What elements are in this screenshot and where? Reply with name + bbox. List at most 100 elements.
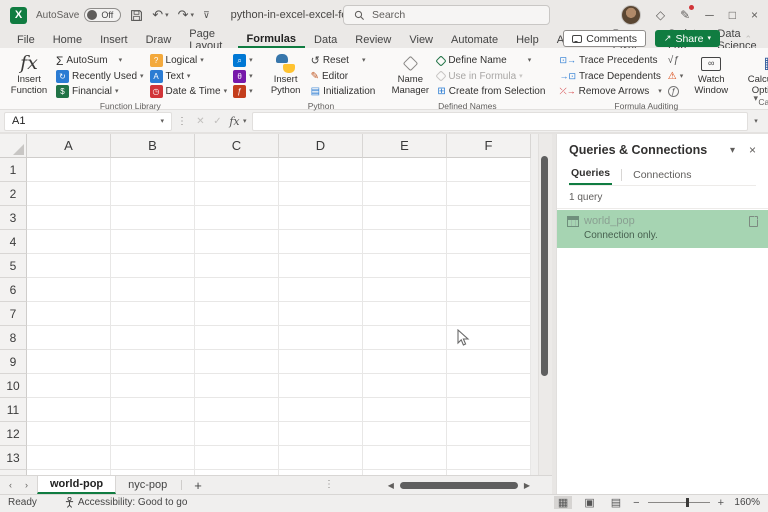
scroll-left-icon[interactable]: ◀ [388,481,394,490]
scrollbar-splitter[interactable]: ⋮ [324,479,334,490]
tab-home[interactable]: Home [44,30,91,48]
insert-function-fx-icon[interactable]: fx [226,115,243,128]
create-from-selection-button[interactable]: ⊞Create from Selection [435,84,547,100]
more-functions-button[interactable]: ƒ▾ [231,84,255,100]
show-formulas-button[interactable]: √ƒ [666,53,685,69]
tab-file[interactable]: File [8,30,44,48]
watch-window-button[interactable]: ∞ Watch Window [687,51,735,100]
minimize-button[interactable]: ─ [705,8,714,22]
row-header[interactable]: 1 [0,158,27,182]
use-in-formula-button[interactable]: Use in Formula▾ [435,69,547,85]
zoom-in-button[interactable]: + [718,497,724,509]
user-avatar[interactable] [621,5,641,25]
tab-help[interactable]: Help [507,30,548,48]
row-header[interactable]: 3 [0,206,27,230]
formula-bar-handle[interactable]: ⋮ [177,116,187,127]
feedback-pen-icon[interactable]: ✎ [680,8,690,22]
column-header-c[interactable]: C [195,134,279,158]
sheet-tab-world-pop[interactable]: world-pop [37,476,116,494]
python-editor-button[interactable]: ✎Editor [309,69,378,85]
search-box[interactable]: Search [343,5,550,25]
tab-formulas[interactable]: Formulas [238,30,306,48]
tab-draw[interactable]: Draw [137,30,181,48]
page-layout-view-button[interactable]: ▣ [580,496,598,509]
column-header-f[interactable]: F [447,134,531,158]
vertical-scrollbar-thumb[interactable] [541,156,548,376]
tab-view[interactable]: View [400,30,442,48]
formula-input[interactable] [252,112,748,131]
row-header[interactable]: 10 [0,374,27,398]
row-header[interactable]: 6 [0,278,27,302]
column-header-e[interactable]: E [363,134,447,158]
evaluate-formula-button[interactable]: ƒ [666,84,685,100]
save-icon[interactable] [130,9,143,22]
tab-insert[interactable]: Insert [91,30,137,48]
zoom-slider-thumb[interactable] [686,498,689,507]
remove-arrows-button[interactable]: ⤫→Remove Arrows▾ [557,84,663,100]
accessibility-status[interactable]: Accessibility: Good to go [65,497,188,508]
row-header[interactable]: 7 [0,302,27,326]
autosave-control[interactable]: AutoSave Off [36,8,121,22]
row-header[interactable]: 5 [0,254,27,278]
insert-function-button[interactable]: fx Insert Function [6,51,52,100]
column-header-a[interactable]: A [27,134,111,158]
redo-button[interactable]: ↷▾ [178,7,194,23]
peek-page-icon[interactable] [749,216,758,227]
column-header-b[interactable]: B [111,134,195,158]
expand-formula-bar-icon[interactable]: ▾ [748,118,764,125]
spreadsheet-cells[interactable] [27,158,531,475]
column-header-d[interactable]: D [279,134,363,158]
date-time-button[interactable]: ◷Date & Time▾ [148,84,230,100]
recently-used-button[interactable]: ↻Recently Used▾ [54,69,146,85]
ribbon-options-icon[interactable]: ⌃ [744,34,752,45]
collapse-ribbon-icon[interactable]: ▾ [753,93,758,104]
row-header[interactable]: 8 [0,326,27,350]
next-sheet-icon[interactable]: › [25,480,28,490]
tab-automate[interactable]: Automate [442,30,507,48]
page-break-preview-button[interactable]: ▤ [607,496,625,509]
close-button[interactable]: × [751,8,758,22]
horizontal-scrollbar-thumb[interactable] [400,482,518,489]
query-item-world-pop[interactable]: world_pop Connection only. [557,210,768,248]
autosave-toggle[interactable]: Off [84,8,121,22]
select-all-corner[interactable] [0,134,27,158]
undo-button[interactable]: ↶▾ [152,7,168,23]
normal-view-button[interactable]: ▦ [554,496,572,509]
maximize-button[interactable]: □ [729,8,736,22]
pane-tab-connections[interactable]: Connections [631,169,693,185]
python-initialization-button[interactable]: ▤Initialization [309,84,378,100]
tab-page-layout[interactable]: Page Layout [180,30,237,48]
zoom-slider[interactable] [648,502,710,503]
text-button[interactable]: AText▾ [148,69,230,85]
define-name-button[interactable]: Define Name▾ [435,53,547,69]
cancel-icon[interactable]: ✕ [192,116,209,127]
insert-python-button[interactable]: Insert Python [265,51,307,100]
name-box[interactable]: A1 ▾ [4,112,172,131]
logical-button[interactable]: ?Logical▾ [148,53,230,69]
trace-dependents-button[interactable]: →⊡Trace Dependents [557,69,663,85]
financial-button[interactable]: $Financial▾ [54,84,146,100]
row-header[interactable]: 4 [0,230,27,254]
sheet-tab-nyc-pop[interactable]: nyc-pop [116,476,179,494]
python-reset-button[interactable]: ↺Reset▾ [309,53,378,69]
calculation-options-button[interactable]: ▦ Calculation Options ▾ [745,51,768,96]
tab-data[interactable]: Data [305,30,346,48]
prev-sheet-icon[interactable]: ‹ [9,480,12,490]
row-header[interactable]: 13 [0,446,27,470]
pane-close-icon[interactable]: × [749,143,756,157]
row-header[interactable]: 11 [0,398,27,422]
zoom-out-button[interactable]: − [633,497,639,509]
lookup-reference-button[interactable]: ⌕▾ [231,53,255,69]
trace-precedents-button[interactable]: ⊡→Trace Precedents [557,53,663,69]
share-button[interactable]: ↗ Share ▾ [655,30,720,47]
customize-qat-icon[interactable]: ⊽ [203,10,210,21]
name-manager-button[interactable]: Name Manager [387,51,433,100]
math-trig-button[interactable]: θ▾ [231,69,255,85]
pane-tab-queries[interactable]: Queries [569,167,612,185]
tab-review[interactable]: Review [346,30,400,48]
scroll-right-icon[interactable]: ▶ [524,481,530,490]
enter-icon[interactable]: ✓ [209,116,226,127]
error-checking-button[interactable]: ⚠▾ [666,69,685,85]
pane-options-chevron-icon[interactable]: ▾ [730,145,735,156]
row-header[interactable]: 9 [0,350,27,374]
